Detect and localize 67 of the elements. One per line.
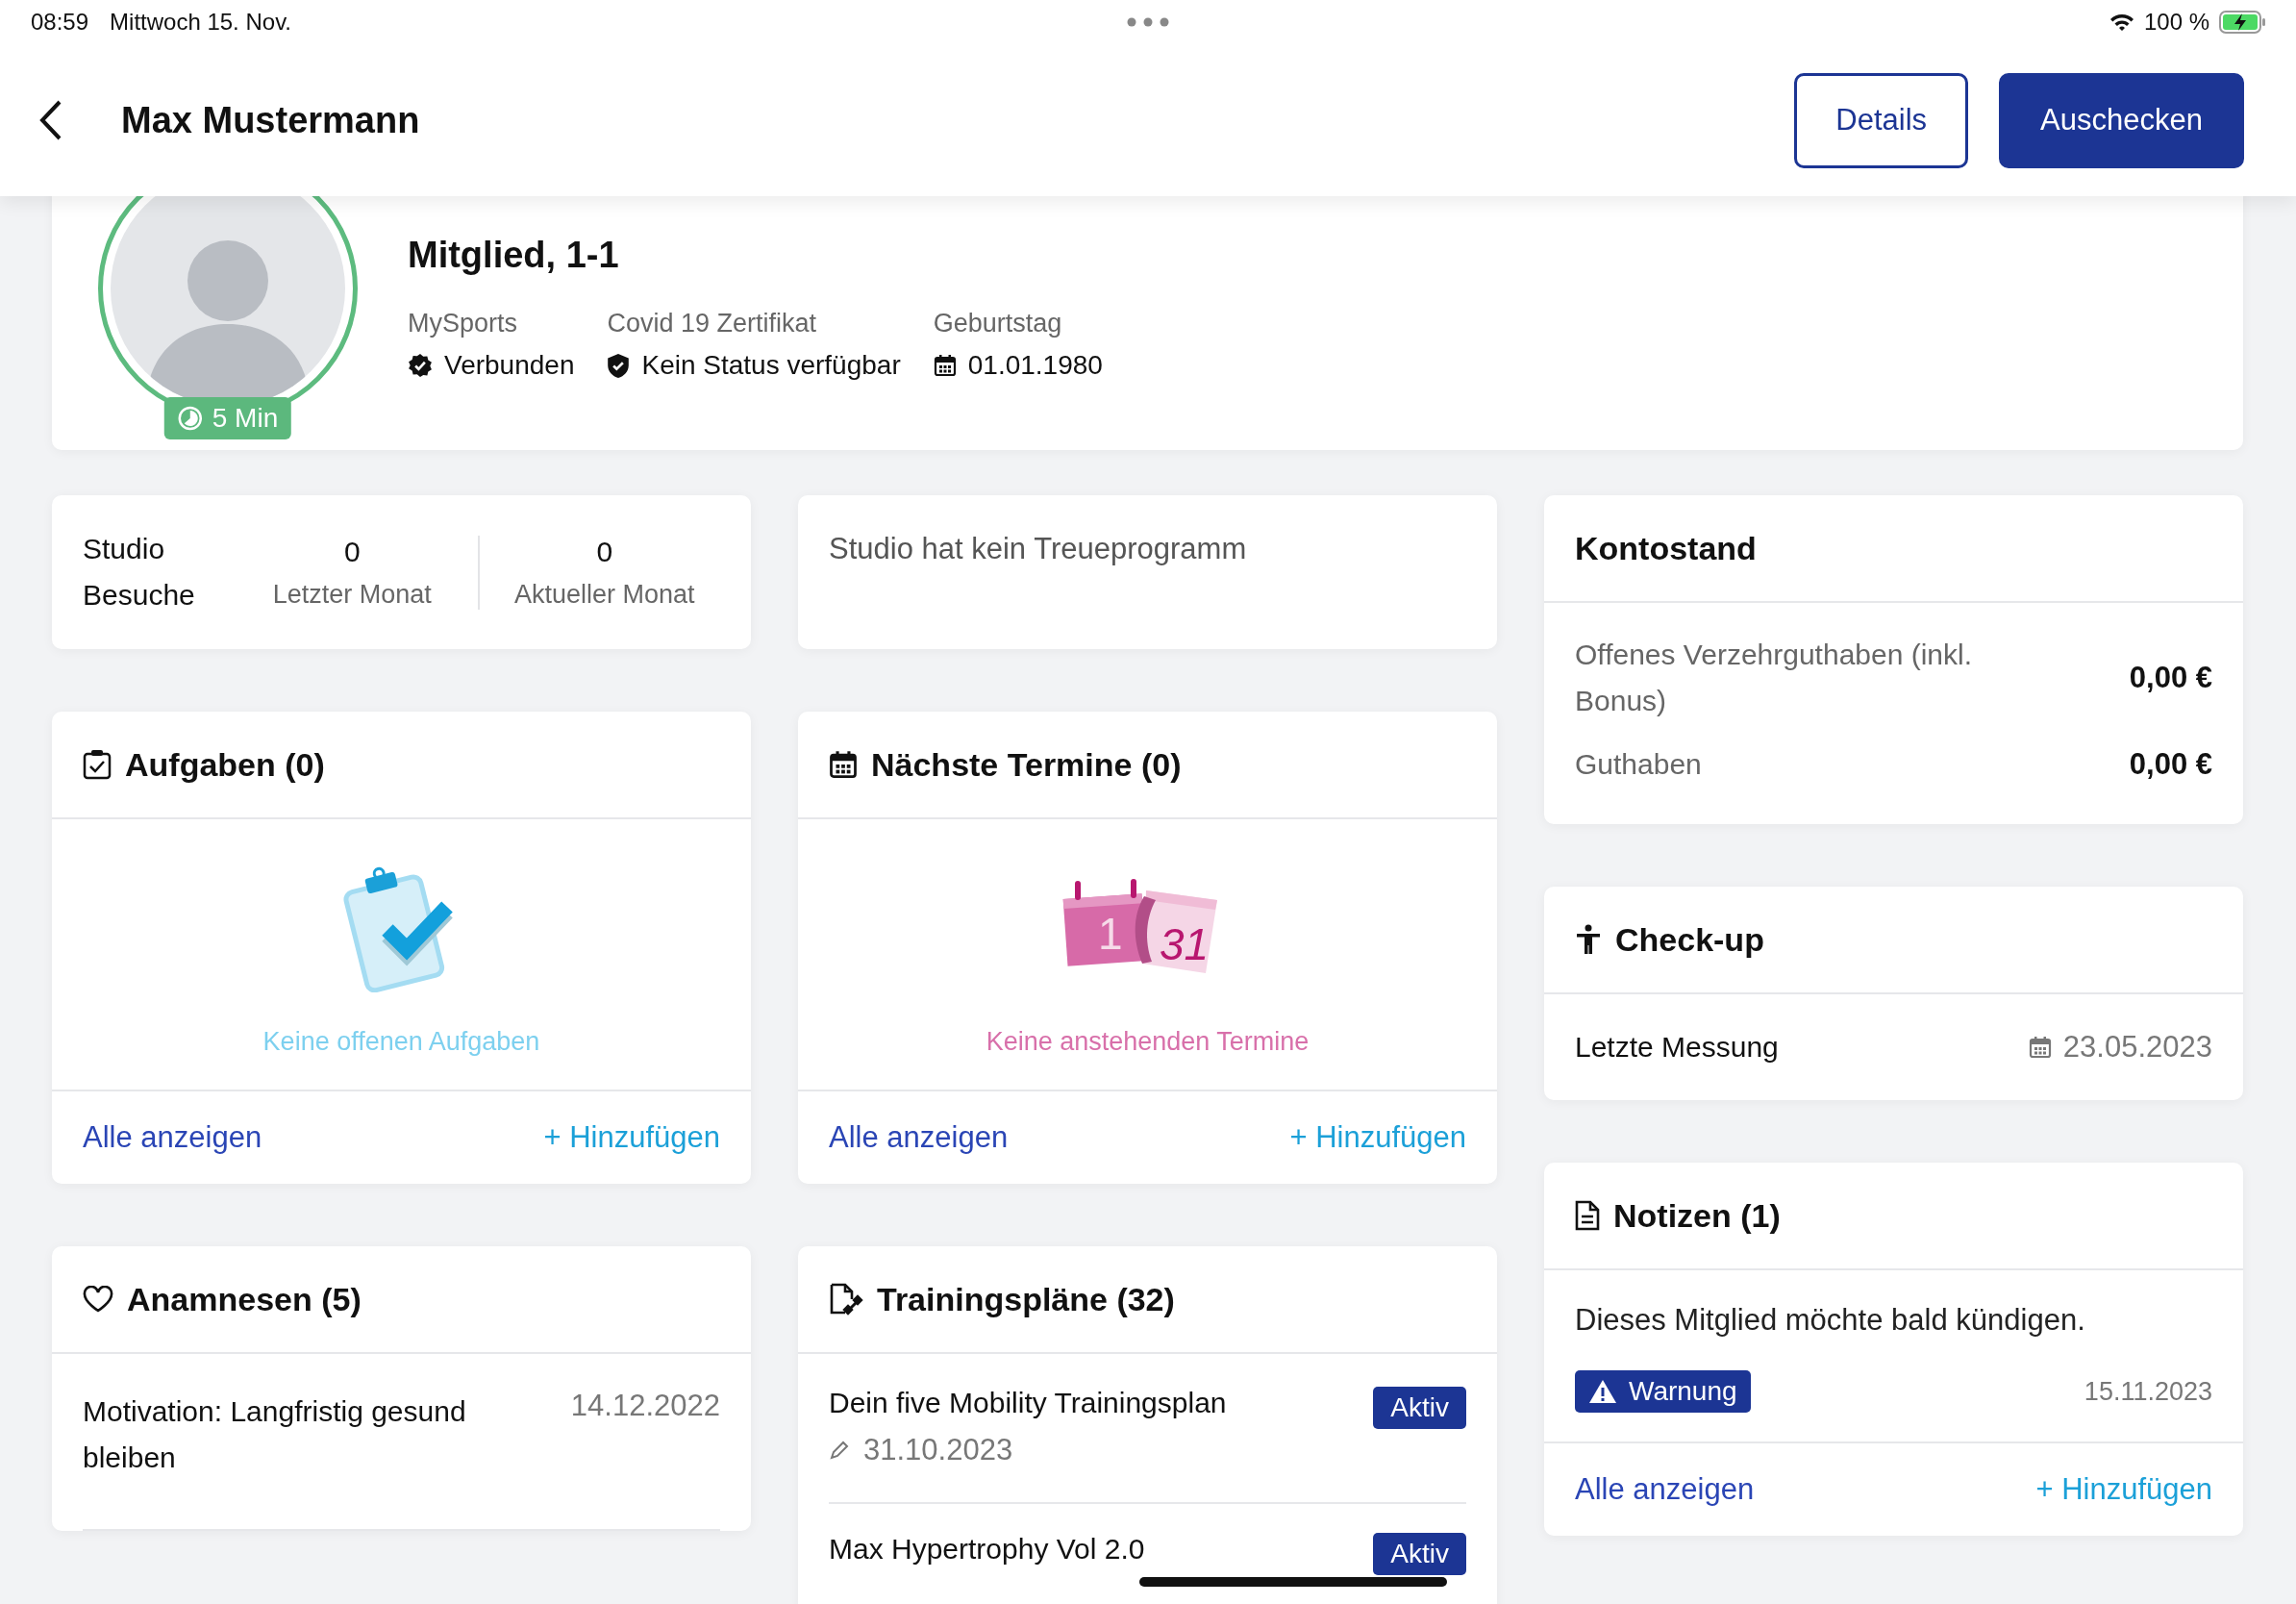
training-plan-date: 31.10.2023 [863, 1433, 1013, 1467]
document-icon [1575, 1200, 1600, 1231]
fact-value: 01.01.1980 [967, 350, 1103, 381]
empty-state-text: Keine offenen Aufgaben [262, 1027, 540, 1057]
fact-value: Kein Status verfügbar [641, 350, 901, 381]
card-title: Nächste Termine (0) [871, 745, 1182, 784]
status-time: 08:59 [31, 9, 89, 36]
pencil-icon [829, 1440, 850, 1461]
training-plan-title[interactable]: Dein five Mobility Trainingsplan [829, 1387, 1227, 1419]
note-text: Dieses Mitglied möchte bald kündigen. [1575, 1303, 2086, 1338]
multitasking-dots-icon[interactable] [1127, 17, 1169, 27]
warning-icon [1588, 1379, 1617, 1404]
balance-value: 0,00 € [2129, 661, 2212, 695]
status-badge: Aktiv [1373, 1533, 1466, 1575]
note-date: 15.11.2023 [2084, 1376, 2212, 1407]
card-title: Check-up [1615, 920, 1764, 959]
document-dumbbell-icon [829, 1283, 863, 1316]
calendar-icon [933, 354, 957, 377]
heart-icon [83, 1286, 113, 1313]
person-icon [1575, 924, 1602, 955]
verified-icon [408, 353, 433, 378]
card-title: Anamnesen (5) [127, 1280, 362, 1318]
visit-count: 0 [596, 535, 613, 568]
loyalty-text: Studio hat kein Treueprogramm [829, 532, 1248, 566]
visit-period: Aktueller Monat [513, 579, 695, 610]
back-icon[interactable] [38, 99, 63, 141]
empty-state-text: Keine anstehenden Termine [986, 1027, 1310, 1057]
visits-title: Studio Besuche [83, 532, 196, 613]
measurement-label: Letzte Messung [1575, 1031, 1779, 1064]
fact-value: Verbunden [444, 350, 575, 381]
anamnesis-date: 14.12.2022 [570, 1389, 720, 1424]
show-all-link[interactable]: Alle anzeigen [83, 1120, 262, 1155]
battery-percentage: 100 % [2143, 9, 2209, 36]
balance-label: Offenes Verzehrguthaben (inkl. Bonus) [1575, 638, 1974, 718]
show-all-link[interactable]: Alle anzeigen [1575, 1472, 1755, 1507]
fact-label: MySports [408, 309, 519, 338]
training-plan-title[interactable]: Max Hypertrophy Vol 2.0 [829, 1533, 1145, 1566]
membership-title: Mitglied, 1-1 [408, 235, 620, 276]
page-title: Max Mustermann [121, 99, 421, 141]
measurement-date: 23.05.2023 [2062, 1030, 2212, 1065]
status-date: Mittwoch 15. Nov. [110, 9, 291, 36]
checkout-button[interactable]: Auschecken [1999, 72, 2244, 168]
card-title: Kontostand [1575, 529, 1757, 567]
calendar-day-number: 31 [1159, 919, 1209, 969]
clipboard-check-icon [83, 749, 112, 780]
card-title: Trainingspläne (32) [877, 1280, 1175, 1318]
fact-label: Covid 19 Zertifikat [607, 309, 818, 338]
card-title: Aufgaben (0) [125, 745, 325, 784]
battery-charging-icon [2219, 11, 2267, 34]
visit-count: 0 [343, 535, 361, 568]
warning-tag: Warnung [1575, 1370, 1751, 1413]
card-title: Notizen (1) [1613, 1196, 1781, 1235]
calendar-icon [2028, 1036, 2052, 1059]
balance-label: Guthaben [1575, 747, 1703, 782]
anamnesis-title[interactable]: Motivation: Langfristig gesund bleiben [83, 1389, 506, 1481]
shield-check-icon [607, 352, 631, 379]
show-all-link[interactable]: Alle anzeigen [829, 1120, 1009, 1155]
timer-icon [177, 406, 203, 431]
balance-value: 0,00 € [2129, 747, 2212, 782]
fact-label: Geburtstag [933, 309, 1063, 338]
calendar-icon [829, 750, 858, 779]
details-button[interactable]: Details [1794, 72, 1969, 168]
calendar-day-number: 1 [1097, 909, 1123, 959]
visit-period: Letzter Monat [272, 579, 432, 610]
duration-badge: 5 Min [163, 397, 292, 439]
wifi-icon [2109, 13, 2134, 32]
status-badge: Aktiv [1373, 1387, 1466, 1429]
